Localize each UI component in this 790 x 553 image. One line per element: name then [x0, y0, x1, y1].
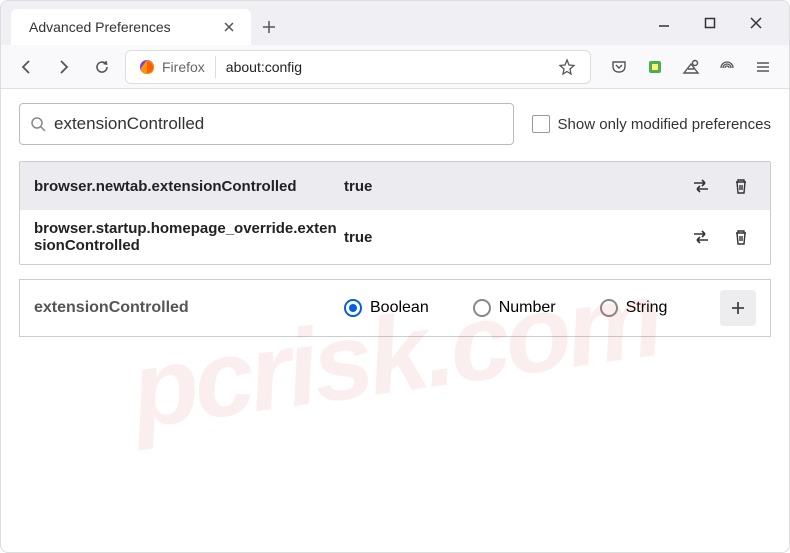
nav-toolbar: Firefox about:config: [1, 45, 789, 89]
checkbox-label: Show only modified preferences: [558, 116, 771, 133]
type-options: Boolean Number String: [344, 299, 720, 317]
preference-name: browser.startup.homepage_override.extens…: [34, 220, 344, 254]
delete-icon[interactable]: [730, 226, 752, 248]
maximize-button[interactable]: [701, 14, 719, 32]
preference-table: browser.newtab.extensionControlled true …: [19, 161, 771, 265]
close-window-button[interactable]: [747, 14, 765, 32]
toolbar-actions: [599, 57, 779, 77]
new-preference-row: extensionControlled Boolean Number Strin…: [19, 279, 771, 337]
radio-icon: [344, 299, 362, 317]
url-bar[interactable]: Firefox about:config: [125, 50, 591, 84]
identity-label: Firefox: [162, 59, 205, 75]
content-area: Show only modified preferences browser.n…: [1, 89, 789, 351]
radio-label: String: [626, 299, 668, 317]
bookmark-star-icon[interactable]: [552, 58, 582, 76]
browser-window: Advanced Preferences: [0, 0, 790, 553]
preference-value: true: [344, 178, 690, 195]
preference-row: browser.newtab.extensionControlled true: [20, 162, 770, 210]
new-tab-button[interactable]: [251, 20, 287, 34]
radio-label: Number: [499, 299, 556, 317]
search-input[interactable]: [54, 114, 503, 134]
account-icon[interactable]: [681, 57, 701, 77]
preference-value: true: [344, 229, 690, 246]
close-tab-icon[interactable]: [221, 19, 237, 35]
search-box[interactable]: [19, 103, 514, 145]
checkbox-icon: [532, 115, 550, 133]
titlebar: Advanced Preferences: [1, 1, 789, 45]
tab-title: Advanced Preferences: [29, 19, 221, 35]
preference-name: browser.newtab.extensionControlled: [34, 178, 344, 195]
search-icon: [30, 116, 46, 132]
radio-icon: [600, 299, 618, 317]
radio-number[interactable]: Number: [473, 299, 556, 317]
reload-button[interactable]: [87, 52, 117, 82]
radio-label: Boolean: [370, 299, 429, 317]
url-text: about:config: [226, 59, 552, 75]
pocket-icon[interactable]: [609, 57, 629, 77]
toggle-icon[interactable]: [690, 226, 712, 248]
menu-button[interactable]: [753, 57, 773, 77]
add-button[interactable]: [720, 290, 756, 326]
delete-icon[interactable]: [730, 175, 752, 197]
extension-icon[interactable]: [645, 57, 665, 77]
new-preference-name: extensionControlled: [34, 299, 344, 317]
toggle-icon[interactable]: [690, 175, 712, 197]
forward-button[interactable]: [49, 52, 79, 82]
window-controls: [655, 14, 789, 32]
back-button[interactable]: [11, 52, 41, 82]
search-row: Show only modified preferences: [19, 103, 771, 145]
firefox-logo-icon: [138, 58, 156, 76]
show-modified-checkbox[interactable]: Show only modified preferences: [532, 115, 771, 133]
radio-icon: [473, 299, 491, 317]
radio-boolean[interactable]: Boolean: [344, 299, 429, 317]
tab-active[interactable]: Advanced Preferences: [11, 9, 251, 45]
preference-row: browser.startup.homepage_override.extens…: [20, 210, 770, 264]
minimize-button[interactable]: [655, 14, 673, 32]
protection-icon[interactable]: [717, 57, 737, 77]
identity-box[interactable]: Firefox: [134, 56, 216, 78]
radio-string[interactable]: String: [600, 299, 668, 317]
